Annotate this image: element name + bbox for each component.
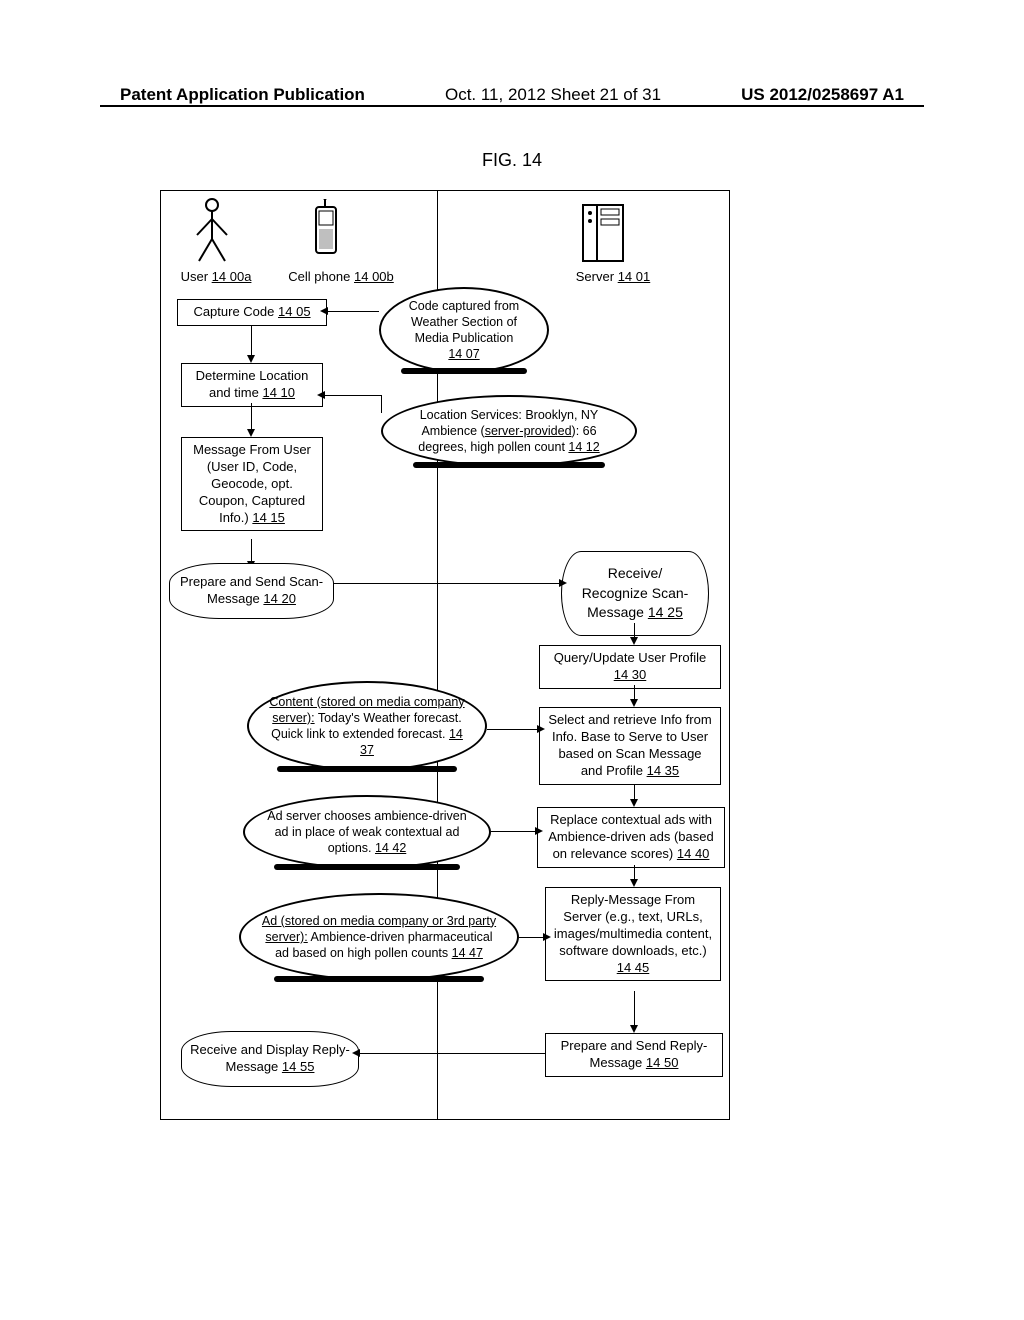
arrow bbox=[324, 395, 382, 396]
arrowhead bbox=[247, 355, 255, 363]
prepare-send-reply-box: Prepare and Send Reply-Message 14 50 bbox=[545, 1033, 723, 1077]
phone-icon bbox=[311, 199, 341, 259]
reply-msg-box: Reply-Message From Server (e.g., text, U… bbox=[545, 887, 721, 981]
loc-services-cloud: Location Services: Brooklyn, NY Ambience… bbox=[381, 395, 637, 467]
code-captured-text: Code captured from Weather Section of Me… bbox=[409, 299, 519, 346]
ad-server-ref: 14 42 bbox=[375, 841, 406, 855]
query-update-text: Query/Update User Profile bbox=[554, 650, 706, 665]
arrow bbox=[327, 311, 379, 312]
arrow bbox=[251, 539, 252, 563]
query-update-box: Query/Update User Profile 14 30 bbox=[539, 645, 721, 689]
header-right: US 2012/0258697 A1 bbox=[741, 85, 904, 105]
arrowhead bbox=[352, 1049, 360, 1057]
arrowhead bbox=[630, 637, 638, 645]
prepare-scan-send: Prepare and Send Scan-Message 14 20 bbox=[169, 563, 334, 619]
msg-from-user-box: Message From User (User ID, Code, Geocod… bbox=[181, 437, 323, 531]
arrowhead bbox=[559, 579, 567, 587]
prepare-send-reply-text: Prepare and Send Reply-Message bbox=[561, 1038, 708, 1070]
capture-code-box: Capture Code 14 05 bbox=[177, 299, 327, 326]
user-label: User 14 00a bbox=[171, 269, 261, 284]
receive-display-send: Receive and Display Reply-Message 14 55 bbox=[181, 1031, 359, 1087]
query-update-ref: 14 30 bbox=[614, 667, 647, 682]
arrow bbox=[634, 991, 635, 1027]
header-center: Oct. 11, 2012 Sheet 21 of 31 bbox=[445, 85, 661, 105]
arrowhead bbox=[630, 799, 638, 807]
msg-from-user-ref: 14 15 bbox=[252, 510, 285, 525]
code-captured-ref: 14 07 bbox=[448, 347, 479, 361]
receive-recognize-recv: Receive/ Recognize Scan-Message 14 25 bbox=[561, 551, 709, 636]
phone-label-text: Cell phone bbox=[288, 269, 350, 284]
arrowhead bbox=[543, 933, 551, 941]
select-retrieve-ref: 14 35 bbox=[647, 763, 680, 778]
replace-ads-ref: 14 40 bbox=[677, 846, 710, 861]
receive-display-ref: 14 55 bbox=[282, 1059, 315, 1074]
arrow bbox=[251, 325, 252, 357]
capture-code-text: Capture Code bbox=[193, 304, 274, 319]
arrowhead bbox=[537, 725, 545, 733]
arrowhead bbox=[317, 391, 325, 399]
phone-label: Cell phone 14 00b bbox=[271, 269, 411, 284]
user-icon bbox=[191, 197, 233, 265]
select-retrieve-text: Select and retrieve Info from Info. Base… bbox=[548, 712, 711, 778]
arrow bbox=[491, 831, 537, 832]
page-header: Patent Application Publication Oct. 11, … bbox=[0, 85, 1024, 105]
flow-diagram: User 14 00a Cell phone 14 00b Server 14 … bbox=[160, 190, 730, 1120]
figure-title: FIG. 14 bbox=[0, 150, 1024, 171]
capture-code-ref: 14 05 bbox=[278, 304, 311, 319]
determine-loc-box: Determine Location and time 14 10 bbox=[181, 363, 323, 407]
arrow bbox=[334, 583, 561, 584]
arrow bbox=[251, 403, 252, 431]
ad-server-cloud: Ad server chooses ambience-driven ad in … bbox=[243, 795, 491, 869]
header-rule bbox=[100, 105, 924, 107]
determine-loc-ref: 14 10 bbox=[262, 385, 295, 400]
loc-services-u: server-provided bbox=[485, 424, 572, 438]
ad-server-text: Ad server chooses ambience-driven ad in … bbox=[267, 809, 466, 856]
reply-msg-ref: 14 45 bbox=[617, 960, 650, 975]
arrow bbox=[381, 395, 382, 413]
arrowhead bbox=[247, 429, 255, 437]
code-captured-cloud: Code captured from Weather Section of Me… bbox=[379, 287, 549, 373]
prepare-scan-ref: 14 20 bbox=[263, 591, 296, 606]
server-label-text: Server bbox=[576, 269, 614, 284]
content-cloud: Content (stored on media company server)… bbox=[247, 681, 487, 771]
replace-ads-box: Replace contextual ads with Ambience-dri… bbox=[537, 807, 725, 868]
server-icon bbox=[581, 201, 627, 265]
receive-recognize-ref: 14 25 bbox=[648, 604, 683, 620]
prepare-scan-text: Prepare and Send Scan-Message bbox=[180, 574, 323, 606]
arrowhead bbox=[535, 827, 543, 835]
arrow bbox=[359, 1053, 545, 1054]
reply-msg-text: Reply-Message From Server (e.g., text, U… bbox=[554, 892, 712, 958]
user-label-text: User bbox=[181, 269, 208, 284]
arrowhead bbox=[630, 1025, 638, 1033]
user-label-ref: 14 00a bbox=[212, 269, 252, 284]
loc-services-ref: 14 12 bbox=[568, 440, 599, 454]
arrow bbox=[519, 937, 545, 938]
arrowhead bbox=[630, 699, 638, 707]
header-left: Patent Application Publication bbox=[120, 85, 365, 105]
arrowhead bbox=[630, 879, 638, 887]
arrowhead bbox=[320, 307, 328, 315]
phone-label-ref: 14 00b bbox=[354, 269, 394, 284]
select-retrieve-box: Select and retrieve Info from Info. Base… bbox=[539, 707, 721, 785]
ad-stored-ref: 14 47 bbox=[452, 946, 483, 960]
server-label-ref: 14 01 bbox=[618, 269, 651, 284]
server-label: Server 14 01 bbox=[553, 269, 673, 284]
receive-display-text: Receive and Display Reply-Message bbox=[190, 1042, 350, 1074]
prepare-send-reply-ref: 14 50 bbox=[646, 1055, 679, 1070]
ad-stored-cloud: Ad (stored on media company or 3rd party… bbox=[239, 893, 519, 981]
arrow bbox=[487, 729, 539, 730]
